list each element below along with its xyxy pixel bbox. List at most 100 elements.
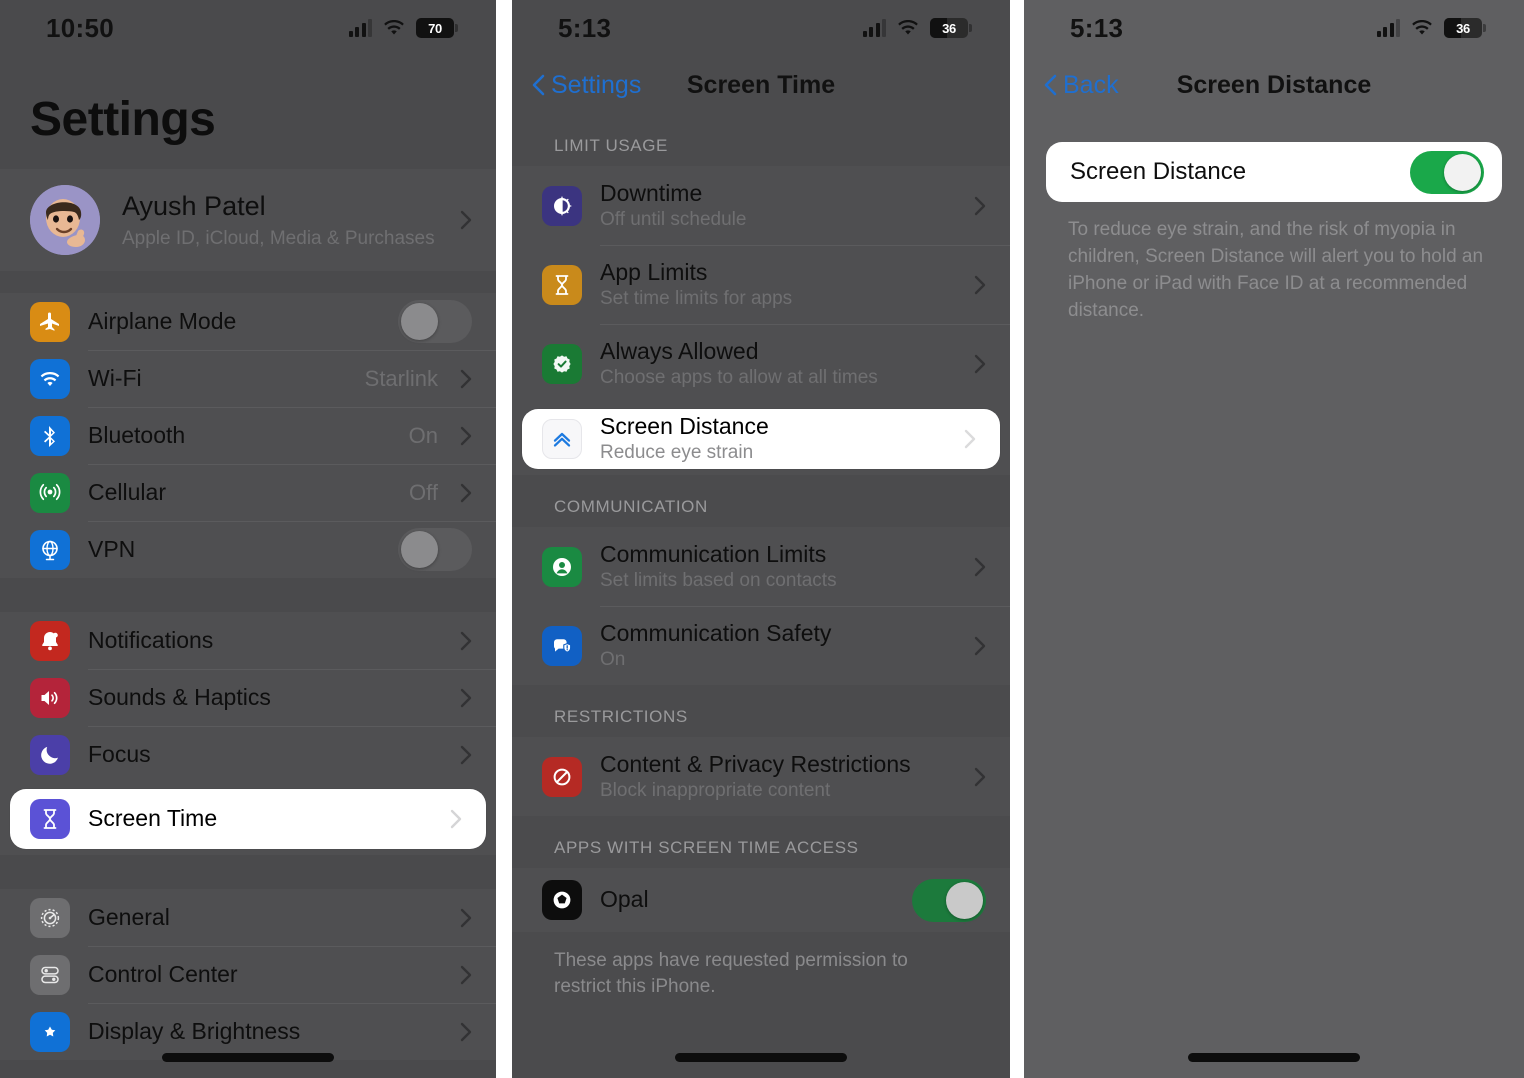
wifi-status-icon: [1411, 19, 1433, 37]
gear-icon: [30, 897, 70, 938]
row-label: Screen Time: [88, 805, 218, 832]
battery-icon: 70: [416, 18, 458, 38]
settings-row-notifications[interactable]: Notifications: [0, 612, 496, 669]
chevron-right-icon: [460, 210, 472, 230]
group-connectivity: Airplane Mode Wi-Fi Starlink Bluetooth O…: [0, 293, 496, 578]
vpn-globe-icon: [30, 529, 70, 570]
home-indicator: [1188, 1053, 1360, 1062]
status-time: 10:50: [46, 12, 114, 43]
back-label: Settings: [551, 70, 642, 99]
nav-bar: Settings Screen Time: [512, 56, 1010, 114]
home-indicator: [162, 1053, 334, 1062]
settings-row-screen-time[interactable]: Screen Time: [10, 789, 486, 849]
screen-distance-card[interactable]: Screen Distance: [1046, 142, 1502, 202]
control-center-icon: [30, 954, 70, 995]
settings-row-focus[interactable]: Focus: [0, 726, 496, 783]
chevron-right-icon: [450, 809, 462, 829]
status-bar: 5:13 36: [1024, 0, 1524, 56]
status-bar: 10:50 70: [0, 0, 496, 56]
group-communication: Communication Limits Set limits based on…: [512, 527, 1010, 685]
settings-row-wifi[interactable]: Wi-Fi Starlink: [0, 350, 496, 407]
chevron-right-icon: [460, 745, 472, 765]
status-indicators: 36: [1376, 18, 1486, 38]
account-subtitle: Apple ID, iCloud, Media & Purchases: [122, 227, 435, 249]
row-sublabel: On: [600, 648, 626, 670]
downtime-icon: [542, 185, 582, 226]
battery-level: 70: [428, 20, 442, 36]
chevron-right-icon: [460, 426, 472, 446]
status-time: 5:13: [558, 12, 612, 43]
screen-time-row-content-privacy[interactable]: Content & Privacy Restrictions Block ina…: [512, 737, 1010, 816]
settings-row-control-center[interactable]: Control Center: [0, 946, 496, 1003]
panel-gap: [496, 0, 512, 1078]
back-label: Back: [1063, 70, 1119, 99]
apps-access-footnote: These apps have requested permission to …: [554, 950, 908, 998]
row-label: Display & Brightness: [88, 1017, 301, 1044]
brightness-icon: [30, 1011, 70, 1052]
screen-time-row-always-allowed[interactable]: Always Allowed Choose apps to allow at a…: [512, 324, 1010, 403]
screen-time-row-communication-safety[interactable]: Communication Safety On: [512, 606, 1010, 685]
row-sublabel: Reduce eye strain: [600, 442, 754, 464]
settings-row-airplane-mode[interactable]: Airplane Mode: [0, 293, 496, 350]
account-name: Ayush Patel: [122, 191, 266, 222]
screen-distance-toggle[interactable]: [1410, 150, 1484, 194]
back-button[interactable]: Settings: [532, 71, 641, 100]
status-time: 5:13: [1070, 12, 1124, 43]
battery-level: 36: [1456, 20, 1470, 36]
back-button[interactable]: Back: [1044, 71, 1119, 100]
opal-toggle[interactable]: [912, 878, 986, 922]
page-title: Settings: [30, 93, 216, 146]
cellular-icon: [30, 472, 70, 513]
vpn-toggle[interactable]: [398, 528, 472, 571]
settings-row-cellular[interactable]: Cellular Off: [0, 464, 496, 521]
bluetooth-icon: [30, 415, 70, 456]
row-label: Opal: [600, 886, 649, 913]
group-restrictions: Content & Privacy Restrictions Block ina…: [512, 737, 1010, 816]
chevron-right-icon: [460, 483, 472, 503]
section-header-limit-usage: LIMIT USAGE: [554, 136, 668, 155]
settings-row-sounds-haptics[interactable]: Sounds & Haptics: [0, 669, 496, 726]
screen-time-row-screen-distance[interactable]: Screen Distance Reduce eye strain: [522, 409, 1000, 469]
screen-time-row-app-limits[interactable]: App Limits Set time limits for apps: [512, 245, 1010, 324]
status-indicators: 70: [348, 18, 458, 38]
section-header-communication: COMMUNICATION: [554, 497, 708, 516]
chevron-right-icon: [964, 429, 976, 449]
highlight-wrap: Screen Time: [0, 783, 496, 855]
row-sublabel: Set limits based on contacts: [600, 569, 837, 591]
person-circle-icon: [542, 546, 582, 587]
phone-panel-settings: 10:50 70 Settings Ayush Patel Apple ID, …: [0, 0, 496, 1078]
no-entry-icon: [542, 756, 582, 797]
phone-panel-screen-time: 5:13 36 Settings Screen Time LIMIT USAGE…: [512, 0, 1010, 1078]
apple-account-row[interactable]: Ayush Patel Apple ID, iCloud, Media & Pu…: [0, 169, 496, 271]
settings-row-vpn[interactable]: VPN: [0, 521, 496, 578]
group-apps-access: Opal: [512, 868, 1010, 932]
airplane-mode-toggle[interactable]: [398, 300, 472, 343]
screen-time-row-downtime[interactable]: Downtime Off until schedule: [512, 166, 1010, 245]
chevron-right-icon: [460, 369, 472, 389]
chevron-left-icon: [1044, 74, 1057, 96]
home-indicator: [675, 1053, 847, 1062]
row-label: General: [88, 903, 170, 930]
cellular-signal-icon: [1376, 19, 1400, 37]
row-label: Focus: [88, 740, 151, 767]
speaker-icon: [30, 677, 70, 718]
avatar: [30, 185, 100, 255]
screen-distance-icon: [542, 419, 582, 459]
section-header-restrictions: RESTRICTIONS: [554, 707, 688, 726]
settings-row-general[interactable]: General: [0, 889, 496, 946]
screen-time-row-opal[interactable]: Opal: [512, 868, 1010, 932]
row-label: VPN: [88, 535, 136, 562]
row-label: Communication Limits: [600, 540, 827, 567]
row-sublabel: Block inappropriate content: [600, 779, 831, 801]
chevron-right-icon: [460, 1022, 472, 1042]
settings-row-display-brightness[interactable]: Display & Brightness: [0, 1003, 496, 1060]
panel-gap: [1010, 0, 1024, 1078]
account-text: Ayush Patel Apple ID, iCloud, Media & Pu…: [122, 190, 438, 249]
row-label: Airplane Mode: [88, 307, 237, 334]
chevron-right-icon: [974, 196, 986, 216]
settings-row-bluetooth[interactable]: Bluetooth On: [0, 407, 496, 464]
screen-time-row-communication-limits[interactable]: Communication Limits Set limits based on…: [512, 527, 1010, 606]
cellular-signal-icon: [862, 19, 886, 37]
